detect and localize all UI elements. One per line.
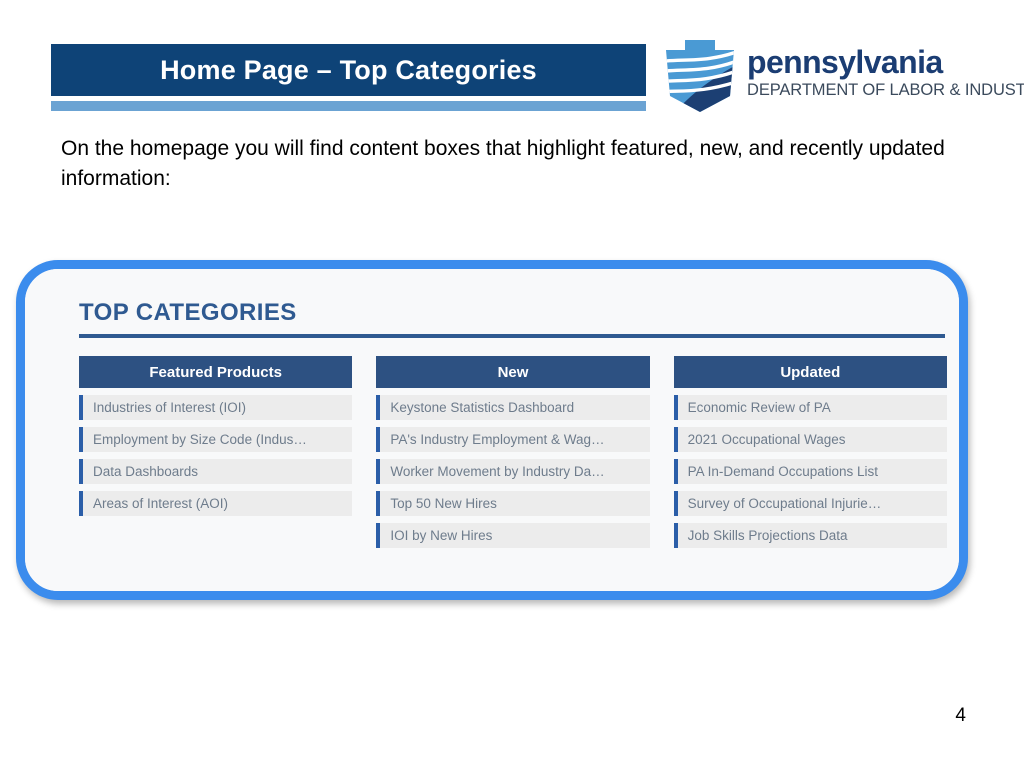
logo-subtitle: DEPARTMENT OF LABOR & INDUSTRY — [747, 81, 1024, 99]
pennsylvania-logo: pennsylvania DEPARTMENT OF LABOR & INDUS… — [662, 38, 1024, 118]
list-item[interactable]: Job Skills Projections Data — [673, 523, 947, 548]
logo-wordmark: pennsylvania — [747, 44, 943, 80]
category-column-new: New Keystone Statistics Dashboard PA's I… — [376, 356, 650, 548]
column-list-new: Keystone Statistics Dashboard PA's Indus… — [376, 395, 650, 548]
list-item[interactable]: Worker Movement by Industry Da… — [376, 459, 650, 484]
list-item[interactable]: Survey of Occupational Injurie… — [673, 491, 947, 516]
list-item[interactable]: Data Dashboards — [79, 459, 353, 484]
list-item[interactable]: Industries of Interest (IOI) — [79, 395, 353, 420]
title-underline-bar — [51, 101, 646, 111]
top-categories-columns: Featured Products Industries of Interest… — [79, 356, 947, 548]
card-inner-panel: TOP CATEGORIES Featured Products Industr… — [25, 269, 959, 591]
page-number: 4 — [955, 705, 966, 726]
logo-text-block: pennsylvania DEPARTMENT OF LABOR & INDUS… — [747, 38, 1024, 100]
category-column-updated: Updated Economic Review of PA 2021 Occup… — [673, 356, 947, 548]
column-list-updated: Economic Review of PA 2021 Occupational … — [673, 395, 947, 548]
column-list-featured-products: Industries of Interest (IOI) Employment … — [79, 395, 353, 516]
list-item[interactable]: PA's Industry Employment & Wag… — [376, 427, 650, 452]
column-header-updated: Updated — [673, 356, 947, 388]
body-paragraph: On the homepage you will find content bo… — [61, 137, 945, 191]
list-item[interactable]: PA In-Demand Occupations List — [673, 459, 947, 484]
list-item[interactable]: Top 50 New Hires — [376, 491, 650, 516]
slide-title: Home Page – Top Categories — [160, 54, 537, 85]
list-item[interactable]: Keystone Statistics Dashboard — [376, 395, 650, 420]
category-column-featured-products: Featured Products Industries of Interest… — [79, 356, 353, 548]
list-item[interactable]: 2021 Occupational Wages — [673, 427, 947, 452]
top-categories-screenshot-card: TOP CATEGORIES Featured Products Industr… — [16, 260, 968, 600]
list-item[interactable]: Employment by Size Code (Indus… — [79, 427, 353, 452]
slide-title-banner: Home Page – Top Categories — [51, 44, 646, 96]
column-header-featured-products: Featured Products — [79, 356, 353, 388]
pennsylvania-keystone-icon — [666, 40, 734, 112]
list-item[interactable]: IOI by New Hires — [376, 523, 650, 548]
card-heading: TOP CATEGORIES — [79, 299, 297, 326]
list-item[interactable]: Areas of Interest (AOI) — [79, 491, 353, 516]
list-item[interactable]: Economic Review of PA — [673, 395, 947, 420]
card-heading-divider — [79, 334, 945, 338]
column-header-new: New — [376, 356, 650, 388]
